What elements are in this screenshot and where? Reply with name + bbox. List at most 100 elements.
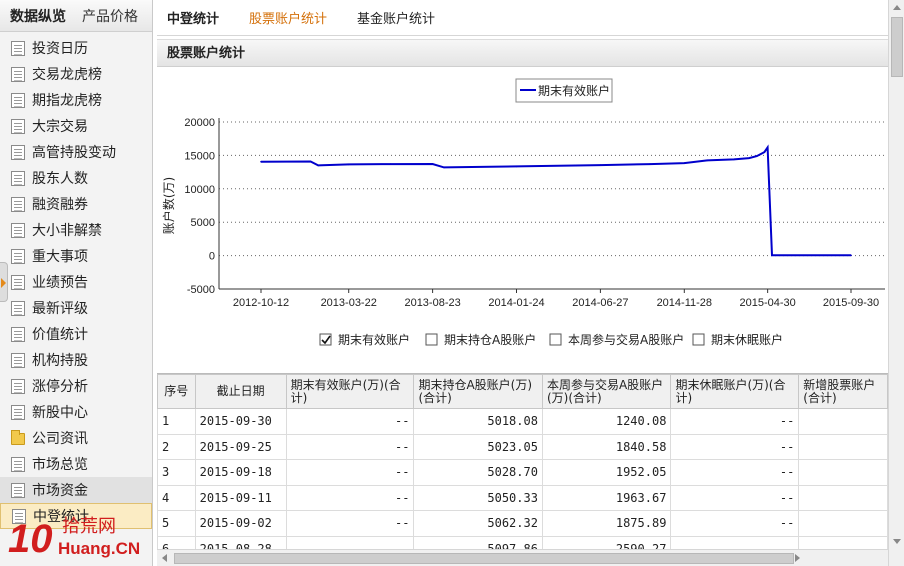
watermark-cn: 拾荒网	[62, 516, 116, 537]
sidebar-item-label: 市场总览	[32, 457, 88, 473]
nav-stock-accounts[interactable]: 股票账户统计	[249, 8, 327, 27]
document-icon	[11, 144, 25, 160]
sidebar-item[interactable]: 期指龙虎榜	[0, 87, 152, 113]
sidebar-item[interactable]: 股东人数	[0, 165, 152, 191]
document-icon	[11, 170, 25, 186]
data-point	[317, 164, 319, 167]
y-tick-label: 20000	[184, 117, 215, 129]
table-row[interactable]: 5 2015-09-02 -- 5062.32 1875.89 --	[157, 510, 888, 537]
table-cell: 4	[157, 484, 196, 511]
column-header[interactable]: 期末持仓A股账户(万)(合计)	[413, 374, 543, 409]
scroll-down-icon[interactable]	[889, 533, 904, 549]
sidebar-item[interactable]: 融资融券	[0, 191, 152, 217]
checkbox[interactable]	[692, 333, 705, 346]
sidebar: 数据纵览 产品价格 投资日历交易龙虎榜期指龙虎榜大宗交易高管持股变动 股东人数 融资…	[0, 0, 153, 566]
table-cell	[798, 459, 888, 486]
sidebar-item[interactable]: 高管持股变动	[0, 139, 152, 165]
sidebar-item[interactable]: 重大事项	[0, 243, 152, 269]
sidebar-item[interactable]: 投资日历	[0, 35, 152, 61]
horizontal-scroll-thumb[interactable]	[174, 553, 794, 564]
table-cell: 2590.27	[541, 535, 672, 549]
y-tick-label: -5000	[187, 284, 215, 296]
top-nav: 中登统计 股票账户统计 基金账户统计	[157, 0, 888, 36]
data-table: 序号 截止日期 期末有效账户(万)(合计) 期末持仓A股账户(万)(合计) 本周参与交易…	[157, 374, 888, 549]
sidebar-item[interactable]: 最新评级	[0, 295, 152, 321]
document-icon	[11, 196, 25, 212]
data-point	[766, 146, 769, 149]
vertical-scrollbar[interactable]	[888, 0, 904, 566]
data-point	[431, 163, 434, 165]
checkbox[interactable]	[549, 333, 562, 346]
document-icon	[11, 352, 25, 368]
checkbox-label: 期末持仓A股账户	[444, 332, 536, 347]
scroll-right-icon[interactable]	[789, 550, 805, 566]
table-row[interactable]: 2 2015-09-25 -- 5023.05 1840.58 --	[157, 433, 888, 460]
table-cell: 3	[157, 459, 196, 486]
table-cell: 2015-09-18	[194, 459, 287, 486]
sidebar-item[interactable]: 大宗交易	[0, 113, 152, 139]
table-cell: 2015-09-02	[194, 510, 287, 537]
table-cell: 5023.05	[413, 433, 543, 460]
sidebar-item[interactable]: 公司资讯	[0, 425, 152, 451]
table-row[interactable]: 6 2015-08-28 -- 5097.86 2590.27 --	[157, 535, 888, 549]
data-point	[771, 254, 773, 257]
sidebar-item[interactable]: 市场资金	[0, 477, 152, 503]
nav-zhongdeng[interactable]: 中登统计	[167, 8, 219, 27]
column-header[interactable]: 序号	[157, 374, 196, 409]
column-header[interactable]: 截止日期	[194, 374, 287, 409]
sidebar-item-label: 大宗交易	[32, 119, 88, 135]
data-point	[443, 166, 445, 169]
table-cell: --	[285, 484, 415, 511]
series-line	[260, 144, 851, 257]
document-icon	[11, 300, 25, 316]
data-point	[309, 160, 312, 163]
table-cell	[798, 484, 888, 511]
sidebar-item[interactable]: 价值统计	[0, 321, 152, 347]
table-cell	[798, 433, 888, 460]
table-row[interactable]: 3 2015-09-18 -- 5028.70 1952.05 --	[157, 459, 888, 486]
legend-label: 期末有效账户	[538, 83, 610, 98]
sidebar-item[interactable]: 业绩预告	[0, 269, 152, 295]
y-tick-label: 10000	[184, 184, 215, 196]
table-row[interactable]: 1 2015-09-30 -- 5018.08 1240.08 --	[157, 408, 888, 435]
table-cell: 5050.33	[413, 484, 543, 511]
sidebar-item[interactable]: 交易龙虎榜	[0, 61, 152, 87]
sidebar-item[interactable]: 新股中心	[0, 399, 152, 425]
vertical-scroll-thumb[interactable]	[891, 17, 903, 77]
sidebar-item[interactable]: 涨停分析	[0, 373, 152, 399]
data-point	[706, 159, 708, 162]
document-icon	[11, 248, 25, 264]
table-cell: 5	[157, 510, 196, 537]
scroll-left-icon[interactable]	[157, 550, 173, 566]
tab-data-overview[interactable]: 数据纵览	[10, 6, 66, 26]
column-header[interactable]: 期末有效账户(万)(合计)	[285, 374, 415, 409]
horizontal-scrollbar[interactable]	[157, 549, 888, 566]
x-tick-label: 2013-08-23	[404, 297, 460, 309]
document-icon	[11, 378, 25, 394]
scroll-up-icon[interactable]	[889, 0, 904, 16]
column-header[interactable]: 期末休眠账户(万)(合计)	[670, 374, 800, 409]
column-header[interactable]: 本周参与交易A股账户(万)(合计)	[541, 374, 672, 409]
table-cell: 2015-09-30	[194, 408, 287, 435]
sidebar-item-label: 公司资讯	[32, 431, 88, 447]
account-table: 序号 截止日期 期末有效账户(万)(合计) 期末持仓A股账户(万)(合计) 本周参与交易…	[157, 373, 888, 549]
sidebar-item[interactable]: 市场总览	[0, 451, 152, 477]
sidebar-item[interactable]: 机构持股	[0, 347, 152, 373]
table-row[interactable]: 4 2015-09-11 -- 5050.33 1963.67 --	[157, 484, 888, 511]
table-cell: 1875.89	[541, 510, 672, 537]
nav-fund-accounts[interactable]: 基金账户统计	[357, 8, 435, 27]
collapse-arrow-icon[interactable]	[0, 262, 8, 302]
table-cell: --	[670, 433, 800, 460]
sidebar-item-label: 交易龙虎榜	[32, 67, 102, 83]
checkbox[interactable]	[425, 333, 438, 346]
tab-product-price[interactable]: 产品价格	[82, 6, 138, 26]
table-header-row: 序号 截止日期 期末有效账户(万)(合计) 期末持仓A股账户(万)(合计) 本周参与交易…	[157, 374, 888, 409]
document-icon	[11, 274, 25, 290]
table-cell: 2015-09-11	[194, 484, 287, 511]
table-cell: 1952.05	[541, 459, 672, 486]
document-icon	[11, 456, 25, 472]
column-header[interactable]: 新增股票账户(合计)	[798, 374, 888, 409]
sidebar-item[interactable]: 大小非解禁	[0, 217, 152, 243]
document-icon	[11, 66, 25, 82]
table-cell: 5018.08	[413, 408, 543, 435]
